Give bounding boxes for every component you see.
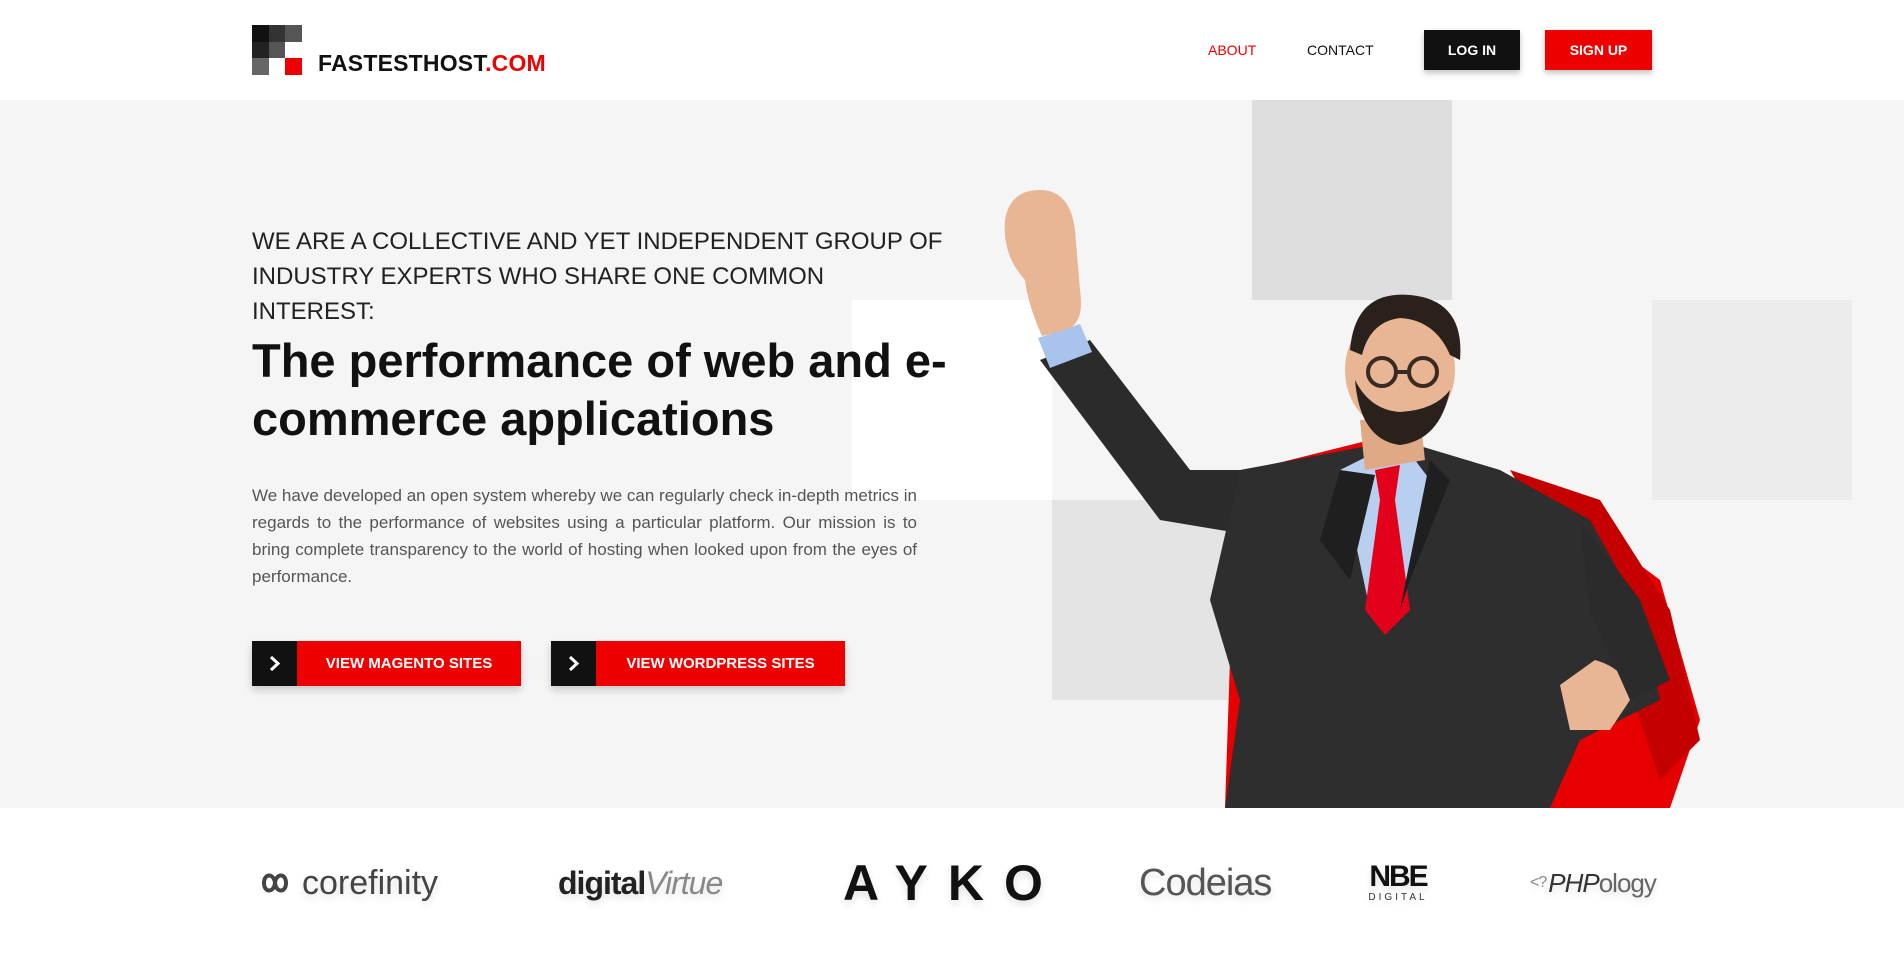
signup-button[interactable]: SIGN UP: [1545, 30, 1652, 70]
hero-section: WE ARE A COLLECTIVE AND YET INDEPENDENT …: [0, 100, 1904, 808]
logo-text: FASTESTHOST.COM: [318, 52, 546, 75]
nav-contact-link[interactable]: CONTACT: [1307, 30, 1374, 70]
pixel-squares-logo-icon: [252, 25, 302, 75]
partner-logo-phpology[interactable]: <? PHP ology: [1530, 858, 1657, 908]
site-header: FASTESTHOST.COM ABOUT CONTACT LOG IN SIG…: [0, 0, 1904, 100]
phpology-prefix: <?: [1530, 874, 1547, 891]
site-logo[interactable]: FASTESTHOST.COM: [252, 25, 546, 75]
chevron-right-icon: [551, 641, 596, 686]
view-wordpress-sites-button[interactable]: VIEW WORDPRESS SITES: [551, 641, 845, 686]
partner-logo-codeias[interactable]: Codeias: [1139, 858, 1272, 908]
view-magento-sites-label: VIEW MAGENTO SITES: [297, 641, 521, 686]
logo-text-main: FASTESTHOST: [318, 50, 486, 76]
phpology-php: PHP: [1548, 867, 1599, 898]
digitalvirtue-name-b: Virtue: [645, 864, 723, 901]
phpology-rest: ology: [1598, 867, 1657, 898]
nbe-name: NBE: [1369, 860, 1428, 893]
hero-description: We have developed an open system whereby…: [252, 486, 917, 586]
partner-logo-ayko[interactable]: AYKO: [843, 855, 1063, 911]
hero-eyebrow: WE ARE A COLLECTIVE AND YET INDEPENDENT …: [252, 228, 943, 325]
hero-headline: The performance of web and e-commerce ap…: [252, 334, 947, 445]
superhero-businessman-image: [980, 140, 1740, 808]
corefinity-name: corefinity: [302, 863, 439, 902]
partner-logo-digitalvirtue[interactable]: digital Virtue: [558, 858, 723, 908]
partner-logo-corefinity[interactable]: corefinity: [252, 858, 438, 908]
partner-logos-strip: corefinity digital Virtue AYKO Codeias NB…: [0, 808, 1904, 959]
chevron-right-icon: [252, 641, 297, 686]
partner-logo-nbe-digital[interactable]: NBE DIGITAL: [1367, 862, 1429, 912]
nbe-subtitle: DIGITAL: [1368, 892, 1428, 903]
logo-text-tld: .COM: [485, 50, 546, 76]
nav-about-link[interactable]: ABOUT: [1208, 30, 1256, 70]
corefinity-infinity-icon: [252, 865, 298, 901]
view-wordpress-sites-label: VIEW WORDPRESS SITES: [596, 641, 845, 686]
view-magento-sites-button[interactable]: VIEW MAGENTO SITES: [252, 641, 521, 686]
digitalvirtue-name-a: digital: [558, 864, 646, 901]
login-button[interactable]: LOG IN: [1424, 30, 1520, 70]
